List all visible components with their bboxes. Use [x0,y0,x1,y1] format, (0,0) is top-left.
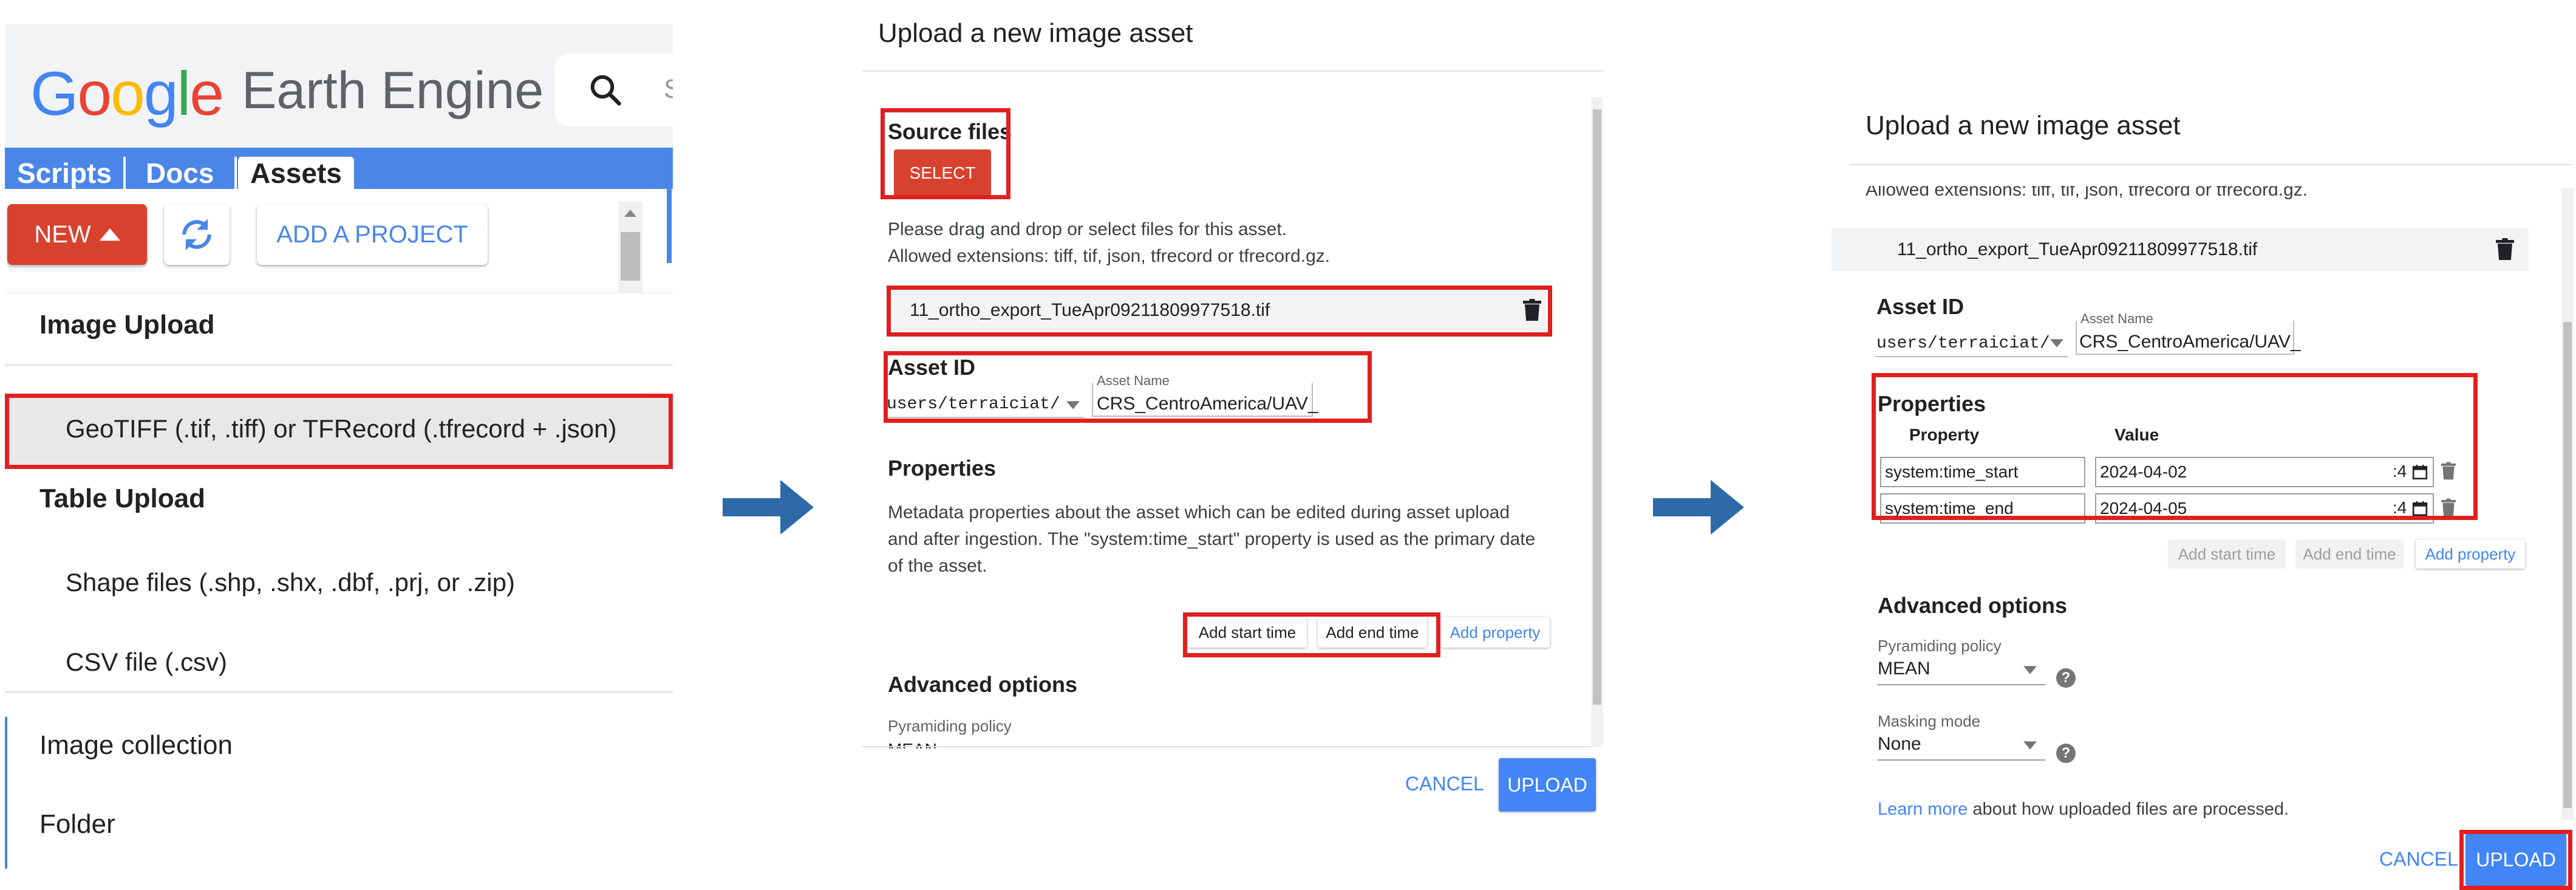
search-placeholder: S [664,74,673,104]
drag-text-2: Allowed extensions: tiff, tif, json, tfr… [888,246,1331,266]
learn-more-link[interactable]: Learn more [1878,799,1968,819]
divider [862,70,1603,72]
cancel-button[interactable]: CANCEL [1405,773,1484,795]
file-name: 11_ortho_export_TueApr09211809977518.tif [1897,239,2258,259]
scroll-up-icon[interactable] [624,209,636,217]
refresh-icon [182,219,211,250]
scrollbar-thumb[interactable] [1593,109,1601,705]
scrollbar-thumb[interactable] [2563,322,2572,808]
trash-icon[interactable] [2496,238,2514,260]
upload-button[interactable]: UPLOAD [1499,758,1596,812]
search-box[interactable]: S [554,53,673,126]
csv-menu-item[interactable]: CSV file (.csv) [66,648,227,677]
file-row: 11_ortho_export_TueApr09211809977518.tif [1831,228,2529,271]
divider [1850,164,2572,165]
dialog-scrollbar[interactable] [1591,97,1603,747]
pyramiding-label: Pyramiding policy [888,717,1012,735]
divider [862,746,1603,747]
asset-path-select[interactable]: users/terraiciat/ [1876,334,2050,353]
masking-label: Masking mode [1878,712,1981,730]
image-upload-header: Image Upload [39,310,215,340]
tab-separator [123,157,126,190]
tab-scripts[interactable]: Scripts [17,157,112,190]
search-icon [590,75,621,106]
right-arrow-icon [723,480,814,535]
drag-text-1: Please drag and drop or select files for… [888,219,1287,239]
dialog-title: Upload a new image asset [1866,111,2181,140]
help-icon[interactable]: ? [2056,668,2076,688]
highlight-asset-id [884,351,1372,423]
shape-files-menu-item[interactable]: Shape files (.shp, .shx, .dbf, .prj, or … [66,568,515,597]
underline [1875,356,2068,357]
learn-more-text: about how uploaded files are processed. [1972,799,2289,819]
code-editor-edge [667,148,672,263]
advanced-options-label: Advanced options [1878,593,2068,618]
highlight-upload [2459,830,2572,890]
dropdown-caret-icon [2023,666,2037,674]
highlight-time-buttons [1183,612,1440,657]
properties-label: Properties [888,456,997,481]
properties-desc-3: of the asset. [888,556,987,576]
pyramiding-value-clipped: MEAN [888,741,949,748]
learn-more-line: Learn more about how uploaded files are … [1878,799,2289,820]
caret-up-icon [99,228,120,241]
pyramiding-value: MEAN [1878,659,1930,679]
highlight-properties [1872,373,2478,520]
add-project-button[interactable]: ADD A PROJECT [257,204,488,265]
pyramiding-select[interactable]: MEAN [1878,659,2045,685]
help-icon[interactable]: ? [2056,744,2076,763]
refresh-button[interactable] [164,204,230,265]
scrollbar-thumb[interactable] [621,232,640,281]
assets-scrollbar[interactable] [618,202,642,293]
asset-name-value: CRS_CentroAmerica/UAV_ [2079,332,2301,352]
masking-select[interactable]: None [1878,734,2045,761]
table-upload-header: Table Upload [39,484,205,513]
allowed-text-clipped: Allowed extensions: tiff, tif, json, tfr… [1866,186,2412,203]
dialog-title: Upload a new image asset [878,18,1193,48]
dropdown-caret-icon [2050,339,2063,347]
cancel-button[interactable]: CANCEL [2379,848,2458,871]
google-logo: Google [30,59,224,128]
new-button-label: NEW [34,221,91,248]
add-end-time-button[interactable]: Add end time [2295,539,2404,569]
divider [5,691,673,693]
highlight-geotiff [5,394,673,469]
right-arrow-icon [1653,480,1744,535]
advanced-options-label: Advanced options [888,672,1078,697]
add-start-time-button[interactable]: Add start time [2168,539,2286,569]
tab-assets[interactable]: Assets [238,157,354,190]
properties-desc-1: Metadata properties about the asset whic… [888,502,1510,522]
dialog-scrollbar[interactable] [2561,188,2574,820]
earth-engine-asset-panel: Google Earth Engine S Scripts Docs Asset… [5,24,673,869]
earth-engine-label: Earth Engine [242,61,544,120]
image-collection-menu-item[interactable]: Image collection [39,730,233,761]
pyramiding-label: Pyramiding policy [1878,637,2002,655]
add-property-button[interactable]: Add property [2416,539,2525,569]
folder-menu-item[interactable]: Folder [39,809,115,840]
asset-id-label: Asset ID [1876,294,1964,319]
add-property-button[interactable]: Add property [1440,617,1550,648]
highlight-file-row [887,286,1552,337]
properties-desc-2: and after ingestion. The "system:time_st… [888,529,1536,549]
highlight-source-files [881,108,1010,199]
divider [5,365,673,366]
left-accent-line [5,717,7,869]
tab-docs[interactable]: Docs [146,157,214,190]
masking-value: None [1878,734,1921,754]
allowed-text: Allowed extensions: tiff, tif, json, tfr… [1866,186,2308,200]
tab-separator [234,157,237,190]
dropdown-caret-icon [2023,741,2037,750]
new-button[interactable]: NEW [7,204,147,265]
